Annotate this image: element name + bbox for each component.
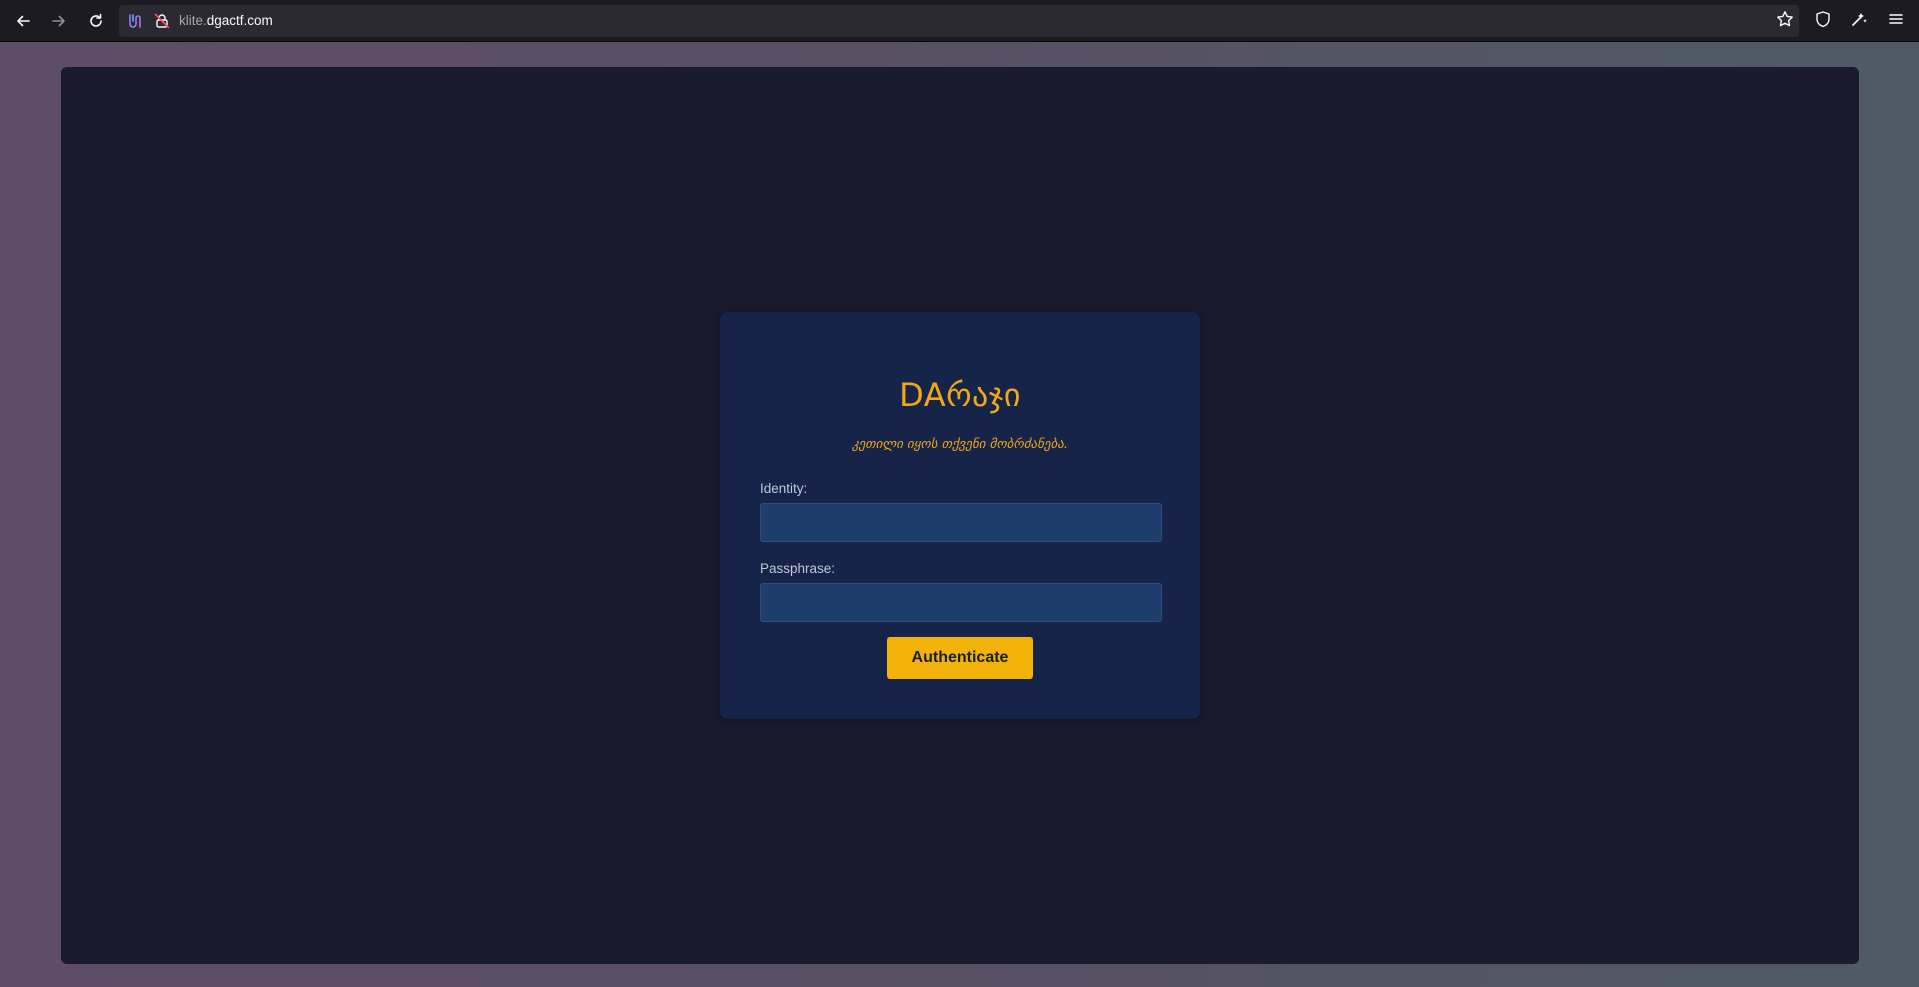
address-bar[interactable]: klite.dgactf.com [119,5,1799,37]
login-title: DAრაჯი [899,376,1021,414]
url-text[interactable]: klite.dgactf.com [179,13,273,29]
star-icon [1776,10,1794,33]
forward-button[interactable] [47,9,71,33]
hamburger-menu-icon [1888,11,1904,32]
identity-input[interactable] [760,503,1162,542]
arrow-right-icon [51,13,67,29]
login-card: DAრაჯი კეთილი იყოს თქვენი მობრძანება. Id… [720,312,1200,719]
authenticate-button[interactable]: Authenticate [887,637,1033,679]
app-menu-button[interactable] [1884,9,1908,33]
passphrase-label: Passphrase: [760,561,836,576]
reload-icon [88,13,104,29]
back-button[interactable] [11,9,35,33]
bookmark-button[interactable] [1773,9,1797,33]
extension-icon [1850,10,1868,33]
arrow-left-icon [15,13,31,29]
shield-button[interactable] [1811,9,1835,33]
tracking-protection-icon[interactable] [127,13,143,29]
url-domain: dgactf.com [206,13,273,28]
url-subdomain: klite. [179,13,207,28]
shield-icon [1814,10,1832,33]
login-subtitle: კეთილი იყოს თქვენი მობრძანება. [851,437,1068,452]
identity-label: Identity: [760,481,808,496]
reload-button[interactable] [84,9,108,33]
passphrase-input[interactable] [760,583,1162,622]
insecure-lock-icon[interactable] [154,13,170,29]
page-content: DAრაჯი კეთილი იყოს თქვენი მობრძანება. Id… [61,67,1859,964]
browser-toolbar: klite.dgactf.com [0,0,1919,42]
extensions-button[interactable] [1847,9,1871,33]
